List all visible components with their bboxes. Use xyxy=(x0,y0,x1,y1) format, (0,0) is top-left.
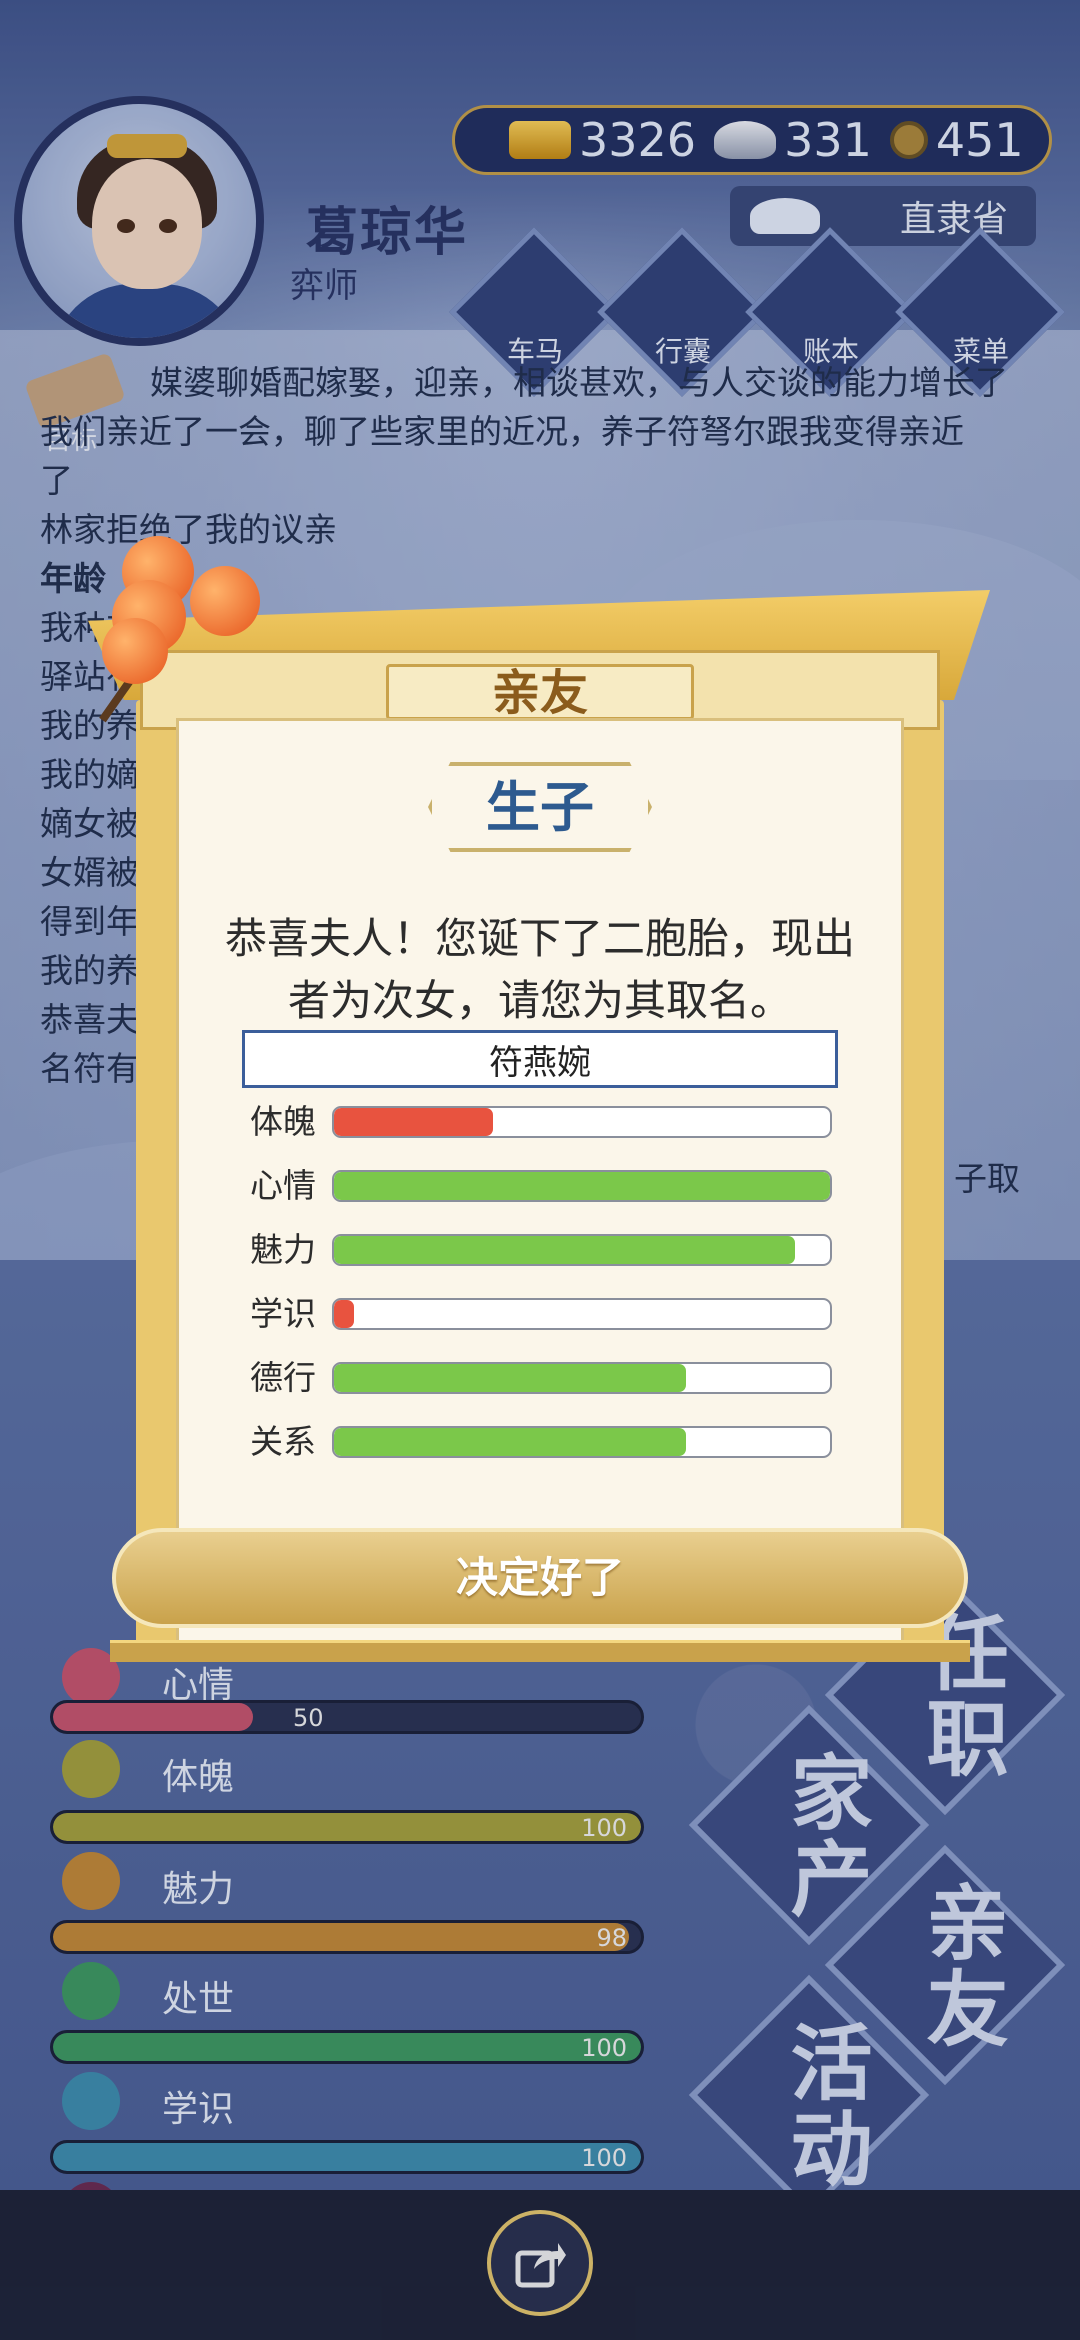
attribute-bar xyxy=(332,1426,832,1458)
attribute-label: 心情 xyxy=(250,1166,316,1205)
attribute-bar-fill xyxy=(334,1300,354,1328)
tanghulu-icon xyxy=(102,618,168,684)
attribute-bar xyxy=(332,1170,832,1202)
child-name-input[interactable] xyxy=(242,1030,838,1088)
modal-title: 亲友 xyxy=(386,664,694,720)
attribute-label: 关系 xyxy=(250,1422,316,1461)
attribute-row: 德行 xyxy=(250,1358,840,1398)
event-message-line: 者为次女，请您为其取名。 xyxy=(287,976,792,1025)
attribute-bar xyxy=(332,1298,832,1330)
attribute-bar xyxy=(332,1234,832,1266)
attribute-label: 魅力 xyxy=(250,1230,316,1269)
attribute-label: 体魄 xyxy=(250,1102,316,1141)
event-message-line: 恭喜夫人！您诞下了二胞胎，现出 xyxy=(224,914,855,963)
attribute-row: 学识 xyxy=(250,1294,840,1334)
attribute-bar xyxy=(332,1106,832,1138)
attribute-bar xyxy=(332,1362,832,1394)
attribute-row: 魅力 xyxy=(250,1230,840,1270)
modal-base xyxy=(110,1640,970,1662)
attribute-row: 关系 xyxy=(250,1422,840,1462)
attribute-bar-fill xyxy=(334,1364,687,1392)
attribute-row: 心情 xyxy=(250,1166,840,1206)
confirm-button[interactable]: 决定好了 xyxy=(112,1528,968,1628)
attribute-row: 体魄 xyxy=(250,1102,840,1142)
attribute-label: 学识 xyxy=(250,1294,316,1333)
attribute-bar-fill xyxy=(334,1428,687,1456)
tanghulu-icon xyxy=(190,566,260,636)
attribute-bar-fill xyxy=(334,1108,493,1136)
attribute-label: 德行 xyxy=(250,1358,316,1397)
attribute-bar-fill xyxy=(334,1172,830,1200)
event-title: 生子 xyxy=(428,762,652,852)
event-message: 恭喜夫人！您诞下了二胞胎，现出 者为次女，请您为其取名。 xyxy=(196,908,884,1032)
attribute-bar-fill xyxy=(334,1236,796,1264)
